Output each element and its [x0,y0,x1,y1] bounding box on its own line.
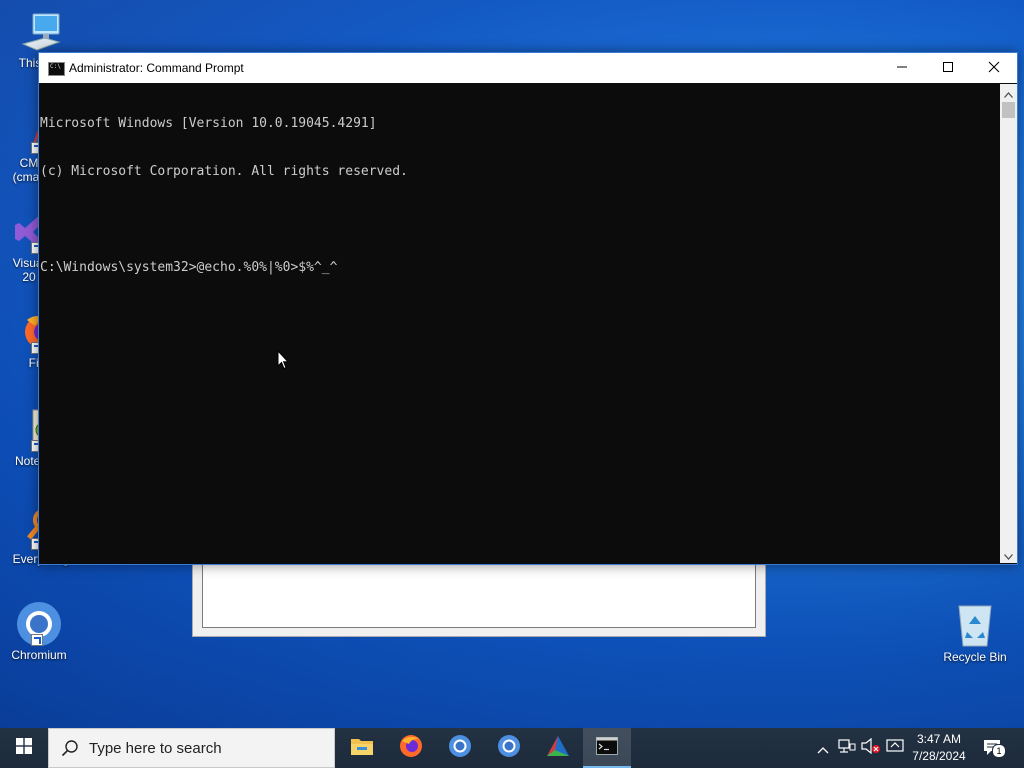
desktop-icon-recycle-bin[interactable]: Recycle Bin [936,602,1014,664]
desktop-icon-label: Recycle Bin [943,650,1007,664]
window-title: Administrator: Command Prompt [69,61,244,75]
tray-display-button[interactable] [884,728,906,768]
command-prompt-icon [596,737,618,759]
scrollbar-thumb[interactable] [1002,102,1015,118]
taskbar-clock[interactable]: 3:47 AM 7/28/2024 [908,731,970,765]
tray-volume-button[interactable] [860,728,882,768]
chromium-icon [15,600,63,646]
close-icon [988,61,1000,76]
taskbar-chromium-1[interactable] [436,728,484,768]
console-output[interactable]: Microsoft Windows [Version 10.0.19045.42… [40,84,998,562]
search-placeholder: Type here to search [89,740,222,757]
chevron-up-icon [817,739,829,758]
chromium-icon [497,734,521,762]
taskbar-command-prompt[interactable] [583,728,631,768]
minimize-button[interactable] [879,53,925,83]
notification-count-badge: 1 [992,744,1006,758]
vertical-scrollbar[interactable] [1000,84,1017,563]
cmake-gui-icon [546,735,570,761]
display-icon [886,738,904,758]
console-line: (c) Microsoft Corporation. All rights re… [40,164,408,179]
chevron-up-icon [1004,83,1013,102]
scroll-up-button[interactable] [1000,84,1017,101]
taskbar-cmake-gui[interactable] [534,728,582,768]
maximize-icon [942,61,954,76]
file-explorer-icon [350,736,374,760]
notification-icon: 1 [982,738,1006,758]
chevron-down-icon [1004,545,1013,564]
taskbar-search-box[interactable]: Type here to search [48,728,335,768]
taskbar: Type here to search 3:47 AM 7/28/2024 1 [0,728,1024,768]
command-prompt-window[interactable]: Administrator: Command Prompt Microsoft … [38,52,1018,565]
taskbar-file-explorer[interactable] [338,728,386,768]
maximize-button[interactable] [925,53,971,83]
desktop-icon-label: Chromium [11,648,67,662]
recycle-bin-icon [953,602,997,648]
chromium-icon [448,734,472,762]
window-titlebar[interactable]: Administrator: Command Prompt [39,53,1017,83]
action-center-button[interactable]: 1 [980,728,1006,768]
taskbar-chromium-2[interactable] [485,728,533,768]
clock-time: 3:47 AM [916,732,962,746]
start-button[interactable] [0,728,48,768]
console-line: Microsoft Windows [Version 10.0.19045.42… [40,116,377,131]
command-prompt-icon [48,62,65,76]
firefox-icon [399,734,423,762]
show-hidden-icons-button[interactable] [814,728,832,768]
tray-network-button[interactable] [836,728,858,768]
network-icon [838,738,856,758]
clock-date: 7/28/2024 [912,749,966,763]
close-button[interactable] [971,53,1017,83]
volume-muted-icon [861,737,881,758]
background-dialog-content [202,559,756,628]
taskbar-firefox[interactable] [387,728,435,768]
this-pc-icon [19,10,63,54]
minimize-icon [896,61,908,76]
desktop: This CM (cmak Visual 20 Notep Chromium R… [0,0,1024,728]
desktop-icon-chromium[interactable]: Chromium [0,600,78,662]
search-icon [61,739,79,761]
scroll-down-button[interactable] [1000,546,1017,563]
mouse-cursor-icon [277,349,290,374]
windows-logo-icon [16,738,32,758]
console-prompt-line: C:\Windows\system32>@echo.%0%|%0>$%^_^ [40,260,338,275]
